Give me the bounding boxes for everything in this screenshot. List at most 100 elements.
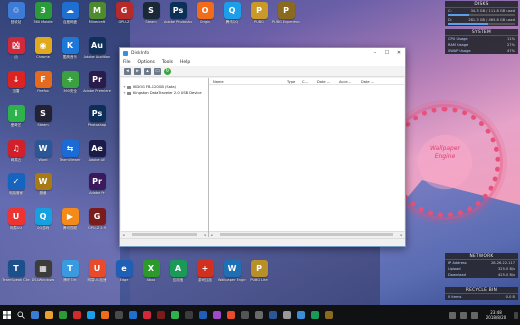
desktop-icon[interactable]: Pr Adobe Pr	[84, 173, 110, 195]
desktop-icon[interactable]: ▶ 腾讯视频	[57, 208, 83, 230]
desktop-icon[interactable]: W 魔兽	[30, 173, 56, 195]
close-button[interactable]: ✕	[393, 48, 405, 58]
desktop-icon[interactable]: F Firefox	[30, 71, 56, 93]
menu-options[interactable]: Options	[138, 60, 155, 65]
desktop-icon[interactable]: ↓ 迅雷	[3, 71, 29, 93]
scroll-thumb[interactable]	[132, 233, 197, 236]
taskbar-app-button[interactable]	[168, 305, 182, 325]
desktop-icon[interactable]: W Word	[30, 140, 56, 162]
taskbar-app-button[interactable]	[308, 305, 322, 325]
up-icon[interactable]: ▴	[144, 67, 151, 75]
tree-item-drive-2[interactable]: + Kingston DataTraveler 2.0 USB Device	[121, 90, 208, 96]
desktop-icon[interactable]: Ps Photoshop	[84, 105, 110, 127]
taskbar-app-button[interactable]	[196, 305, 210, 325]
column-type[interactable]: Type	[283, 80, 298, 84]
menu-tools[interactable]: Tools	[162, 60, 173, 65]
taskbar-app-button[interactable]	[28, 305, 42, 325]
scroll-left-icon[interactable]: ◂	[121, 233, 126, 237]
desktop-icon[interactable]: U 网易UU加速	[84, 260, 110, 282]
forward-icon[interactable]: ▸	[134, 67, 141, 75]
taskbar-app-button[interactable]	[294, 305, 308, 325]
taskbar-app-button[interactable]	[112, 305, 126, 325]
taskbar-app-button[interactable]	[322, 305, 336, 325]
menu-help[interactable]: Help	[180, 60, 190, 65]
desktop-icon[interactable]: P PUBG	[246, 2, 272, 24]
desktop-icon[interactable]: ☁ 百度网盘	[57, 2, 83, 24]
taskbar-app-button[interactable]	[182, 305, 196, 325]
taskbar-app-button[interactable]	[140, 305, 154, 325]
desktop-icon[interactable]: O Origin	[192, 2, 218, 24]
column-date-modified[interactable]: Date ...	[357, 80, 379, 84]
desktop-icon[interactable]: W Wallpaper Engine	[218, 260, 246, 282]
taskbar-app-button[interactable]	[84, 305, 98, 325]
desktop-icon[interactable]: +360安全	[57, 71, 83, 93]
taskbar-app-button[interactable]	[224, 305, 238, 325]
desktop-icon[interactable]: e Edge	[111, 260, 137, 282]
desktop-icon[interactable]: ⇆ TeamViewer	[57, 140, 83, 162]
file-list[interactable]: Name Type C... Date ... Acce... Date ...…	[209, 78, 404, 237]
drive-tree[interactable]: + IKDOG FB-120GB (Sata) + Kingston DataT…	[121, 78, 209, 237]
tree-horizontal-scrollbar[interactable]: ◂ ▸	[121, 231, 208, 237]
minimize-button[interactable]: –	[369, 48, 381, 58]
taskbar-app-button[interactable]	[98, 305, 112, 325]
column-name[interactable]: Name	[209, 80, 283, 84]
tray-volume-icon[interactable]	[460, 311, 467, 319]
taskbar-app-button[interactable]	[252, 305, 266, 325]
desktop-icon[interactable]: Au Adobe Audition	[84, 37, 110, 59]
tray-clock[interactable]: 23:48 2018/8/20	[480, 310, 512, 320]
taskbar-app-button[interactable]	[126, 305, 140, 325]
refresh-icon[interactable]: ↻	[164, 67, 171, 75]
desktop-icon[interactable]: P PUBG Experience	[272, 2, 300, 24]
desktop-icon[interactable]: A 应用宝	[165, 260, 191, 282]
desktop-icon[interactable]: Ae Adobe AE	[84, 140, 110, 162]
scroll-right-icon[interactable]: ▸	[203, 233, 208, 237]
taskbar-app-button[interactable]	[238, 305, 252, 325]
tray-network-icon[interactable]	[449, 311, 456, 319]
back-icon[interactable]: ◂	[124, 67, 131, 75]
taskbar-app-button[interactable]	[266, 305, 280, 325]
column-c[interactable]: C...	[298, 80, 313, 84]
desktop-icon[interactable]: U 网易UU	[3, 208, 29, 230]
search-button[interactable]	[14, 305, 28, 325]
maximize-button[interactable]: ☐	[381, 48, 393, 58]
scroll-left-icon[interactable]: ◂	[209, 233, 214, 237]
taskbar-app-button[interactable]	[280, 305, 294, 325]
desktop-icon[interactable]: S Steam	[138, 2, 164, 24]
desktop-icon[interactable]: T 腾讯TIM	[57, 260, 83, 282]
desktop-icon[interactable]: 凶凶	[3, 37, 29, 59]
menu-file[interactable]: File	[123, 60, 131, 65]
desktop-icon[interactable]: S Steam	[30, 105, 56, 127]
taskbar-app-button[interactable]	[56, 305, 70, 325]
desktop-icon[interactable]: ♫ 网易云	[3, 140, 29, 162]
desktop-icon[interactable]: M Minecraft	[84, 2, 110, 24]
desktop-icon[interactable]: P PUBG Lite	[246, 260, 272, 282]
desktop-icon[interactable]: X Xbox	[138, 260, 164, 282]
tray-ime-icon[interactable]	[471, 311, 478, 319]
desktop-icon[interactable]: ♲ 回收站	[3, 2, 29, 24]
desktop-icon[interactable]: Pr Adobe Premiere	[83, 71, 111, 93]
taskbar-app-button[interactable]	[154, 305, 168, 325]
taskbar-app-button[interactable]	[210, 305, 224, 325]
scroll-right-icon[interactable]: ▸	[399, 233, 404, 237]
column-accessed[interactable]: Acce...	[335, 80, 357, 84]
taskbar-app-button[interactable]	[42, 305, 56, 325]
desktop-icon[interactable]: + 游戏加加	[192, 260, 218, 282]
desktop-icon[interactable]: G GPU-Z	[111, 2, 137, 24]
show-desktop-button[interactable]	[514, 311, 518, 319]
list-horizontal-scrollbar[interactable]: ◂ ▸	[209, 231, 404, 237]
folder-icon[interactable]: ▭	[154, 67, 161, 75]
desktop-icon[interactable]: K 酷狗音乐	[57, 37, 83, 59]
window-titlebar[interactable]: DiskInfo – ☐ ✕	[120, 48, 405, 58]
desktop-icon[interactable]: TTeamSpeak Client	[2, 260, 30, 282]
desktop-icon[interactable]: Q 腾讯QQ	[219, 2, 245, 24]
start-button[interactable]	[0, 305, 14, 325]
desktop-icon[interactable]: i 爱奇艺	[3, 105, 29, 127]
scroll-thumb[interactable]	[220, 233, 393, 236]
column-date-created[interactable]: Date ...	[313, 80, 335, 84]
disk-explorer-window[interactable]: DiskInfo – ☐ ✕ File Options Tools Help ◂…	[119, 47, 406, 247]
taskbar-app-button[interactable]	[70, 305, 84, 325]
desktop-icon[interactable]: Q QQ游戏	[30, 208, 56, 230]
desktop-icon[interactable]: Ps Adobe Photoshop	[164, 2, 192, 24]
desktop-icon[interactable]: 3 360 Mobile	[30, 2, 56, 24]
desktop-icon[interactable]: ◉ Chrome	[30, 37, 56, 59]
